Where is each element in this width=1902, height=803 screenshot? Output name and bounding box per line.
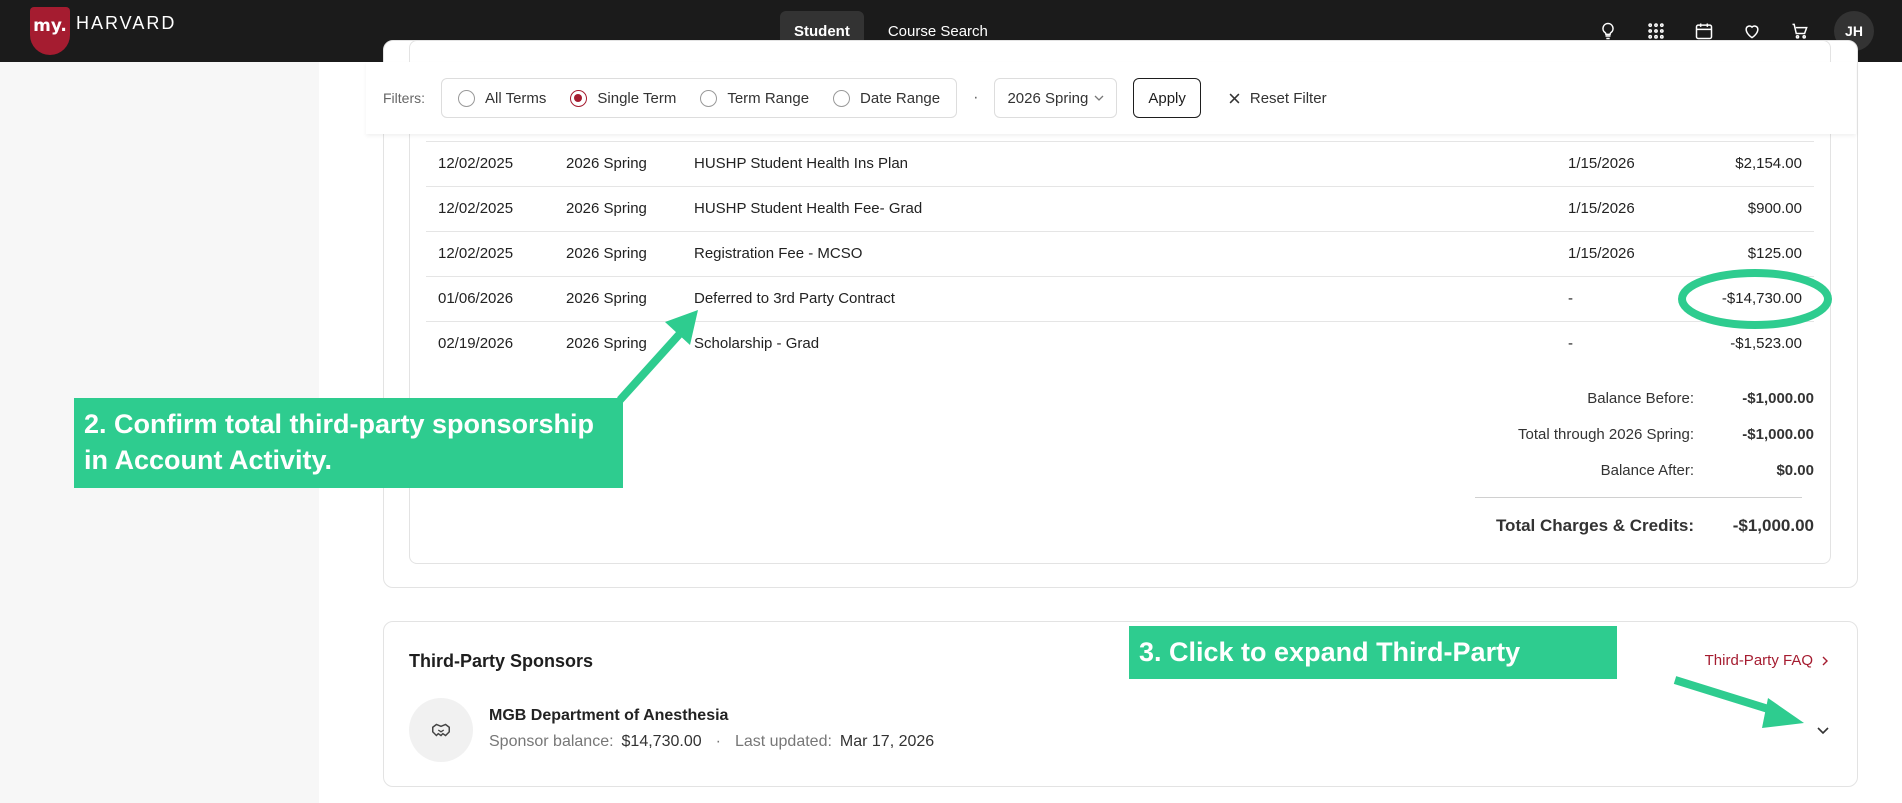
cell-description: Registration Fee - MCSO (694, 245, 863, 262)
filters-bar: Filters: All Terms Single Term Term Rang… (366, 62, 1856, 134)
reset-filter-button[interactable]: Reset Filter (1229, 90, 1327, 107)
last-updated-value: Mar 17, 2026 (839, 733, 935, 750)
cell-due-date: - (1568, 335, 1573, 352)
close-icon (1229, 93, 1240, 103)
cell-amount: $2,154.00 (1735, 155, 1802, 172)
third-party-sponsors-card: Third-Party Sponsors Third-Party FAQ MGB… (383, 621, 1858, 787)
last-updated-label: Last updated: (734, 733, 832, 750)
total-charges-value: -$1,000.00 (1732, 516, 1814, 535)
logo-text: HARVARD (76, 12, 177, 33)
cell-due-date: 1/15/2026 (1568, 200, 1635, 217)
radio-button[interactable] (833, 89, 851, 107)
apply-button[interactable]: Apply (1133, 78, 1201, 118)
reset-filter-label: Reset Filter (1249, 89, 1327, 107)
chevron-down-icon (1094, 95, 1104, 101)
cell-date: 12/02/2025 (438, 155, 514, 172)
total-through-row: Total through 2026 Spring: -$1,000.00 (1314, 426, 1814, 446)
cell-term: 2026 Spring (566, 200, 647, 217)
total-charges-label: Total Charges & Credits: (1495, 516, 1694, 535)
chevron-right-icon (1822, 656, 1828, 665)
cell-amount: $900.00 (1747, 200, 1802, 217)
cell-due-date: - (1568, 290, 1573, 307)
balance-after-row: Balance After: $0.00 (1314, 462, 1814, 482)
cell-description: Scholarship - Grad (694, 335, 820, 352)
total-through-label: Total through 2026 Spring: (1518, 426, 1694, 443)
cell-term: 2026 Spring (566, 290, 647, 307)
radio-all-terms[interactable]: All Terms (458, 89, 547, 107)
sponsor-balance-value: $14,730.00 (621, 733, 702, 750)
cell-date: 01/06/2026 (438, 290, 514, 307)
cell-amount: $125.00 (1747, 245, 1802, 262)
radio-term-range[interactable]: Term Range (700, 89, 810, 107)
balance-before-value: -$1,000.00 (1742, 390, 1814, 407)
balance-before-row: Balance Before: -$1,000.00 (1314, 390, 1814, 410)
cell-amount: -$1,523.00 (1730, 335, 1802, 352)
balance-after-label: Balance After: (1600, 462, 1694, 479)
cell-due-date: 1/15/2026 (1568, 245, 1635, 262)
cell-date: 02/19/2026 (438, 335, 514, 352)
cell-term: 2026 Spring (566, 155, 647, 172)
radio-single-term[interactable]: Single Term (570, 89, 677, 107)
radio-label: Date Range (860, 89, 941, 107)
filters-label: Filters: (383, 90, 425, 106)
cell-description: HUSHP Student Health Ins Plan (694, 155, 909, 172)
radio-button[interactable] (458, 89, 475, 107)
table-row: 12/02/2025 2026 Spring Registration Fee … (426, 231, 1814, 276)
radio-button-selected[interactable] (570, 89, 588, 107)
radio-label: Single Term (597, 89, 677, 107)
radio-label: Term Range (727, 89, 810, 107)
cell-term: 2026 Spring (566, 335, 647, 352)
cell-date: 12/02/2025 (438, 245, 514, 262)
separator-dot: · (973, 89, 979, 106)
total-through-value: -$1,000.00 (1742, 426, 1814, 443)
separator-dot: · (715, 733, 721, 750)
table-row: 01/06/2026 2026 Spring Deferred to 3rd P… (426, 276, 1814, 321)
cell-term: 2026 Spring (566, 245, 647, 262)
sponsors-title: Third-Party Sponsors (409, 651, 594, 671)
cell-due-date: 1/15/2026 (1568, 155, 1635, 172)
handshake-icon (409, 698, 473, 762)
term-select-value: 2026 Spring (1007, 89, 1089, 107)
cell-date: 12/02/2025 (438, 200, 514, 217)
balance-before-label: Balance Before: (1587, 390, 1694, 407)
account-activity-table: 12/02/2025 2026 Spring HUSHP Student Hea… (426, 141, 1814, 366)
cell-amount: -$14,730.00 (1721, 290, 1802, 307)
term-select[interactable]: 2026 Spring (994, 78, 1118, 118)
table-row: 12/02/2025 2026 Spring HUSHP Student Hea… (426, 186, 1814, 231)
sponsor-balance-label: Sponsor balance: (489, 733, 614, 750)
table-row: 02/19/2026 2026 Spring Scholarship - Gra… (426, 321, 1814, 366)
sponsor-name: MGB Department of Anesthesia (489, 707, 729, 724)
annotation-step3: 3. Click to expand Third-Party Sponsors. (1129, 626, 1617, 720)
sponsor-meta: Sponsor balance: $14,730.00 · Last updat… (489, 733, 934, 751)
term-filter-radio-group: All Terms Single Term Term Range Date Ra… (441, 78, 958, 118)
total-charges-row: Total Charges & Credits: -$1,000.00 (1314, 516, 1814, 540)
summary-divider (1475, 497, 1802, 498)
logo-shield: my. (30, 7, 70, 55)
cell-description: Deferred to 3rd Party Contract (694, 290, 895, 307)
third-party-faq-link[interactable]: Third-Party FAQ (1705, 652, 1829, 669)
radio-date-range[interactable]: Date Range (833, 89, 941, 107)
harvard-logo[interactable]: my. HARVARD (30, 6, 176, 56)
radio-label: All Terms (485, 89, 547, 107)
cell-description: HUSHP Student Health Fee- Grad (694, 200, 923, 217)
expand-chevron-down-icon[interactable] (1815, 722, 1831, 738)
faq-link-label: Third-Party FAQ (1704, 652, 1813, 669)
balance-after-value: $0.00 (1776, 462, 1814, 479)
radio-button[interactable] (700, 89, 718, 107)
annotation-step2: 2. Confirm total third-party sponsorship… (74, 398, 623, 488)
table-row: 12/02/2025 2026 Spring HUSHP Student Hea… (426, 141, 1814, 186)
